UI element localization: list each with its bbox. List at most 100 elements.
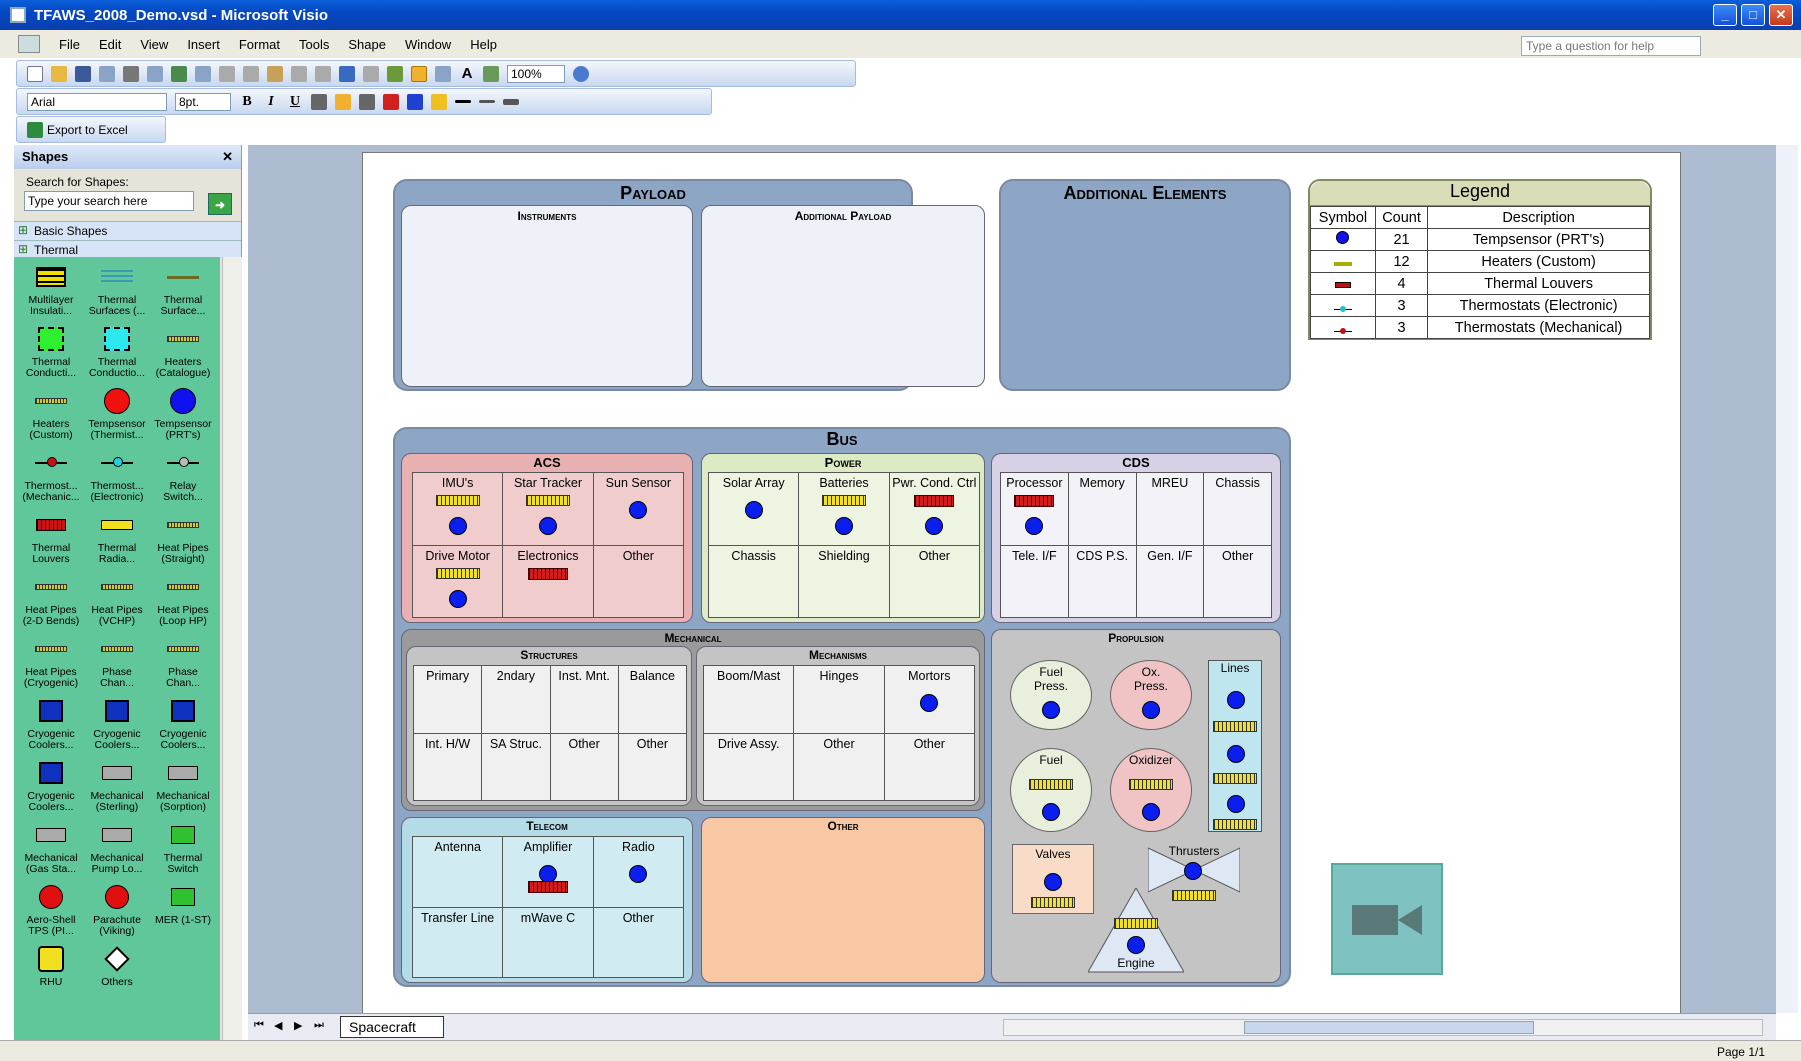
menu-edit[interactable]: Edit [99, 37, 121, 52]
print-icon[interactable] [123, 65, 139, 82]
stencil-shape[interactable]: Mechanical (Sorption) [150, 757, 216, 819]
save-icon[interactable] [75, 65, 91, 82]
vertical-scrollbar[interactable] [1776, 145, 1798, 1013]
permission-icon[interactable] [99, 65, 115, 82]
diagram-cell[interactable]: Tele. I/F [1001, 545, 1068, 617]
align-left-icon[interactable] [311, 93, 327, 110]
cut-icon[interactable] [219, 65, 235, 82]
stencil-shape[interactable]: Aero-Shell TPS (PI... [18, 881, 84, 943]
menu-view[interactable]: View [140, 37, 168, 52]
diagram-cell[interactable]: Other [618, 733, 686, 800]
next-page-icon[interactable]: ▶ [294, 1019, 302, 1032]
stencil-shape[interactable]: Thermal Switch [150, 819, 216, 881]
underline-button[interactable]: U [285, 94, 305, 110]
oxidizer-tank[interactable]: Oxidizer [1110, 748, 1192, 832]
stencil-shape[interactable]: Others [84, 943, 150, 1005]
diagram-cell[interactable]: Primary [414, 666, 482, 733]
diagram-cell[interactable]: Memory [1068, 473, 1136, 545]
stencil-shape[interactable]: Heat Pipes (Loop HP) [150, 571, 216, 633]
instruments-box[interactable]: Instruments [401, 205, 693, 387]
delete-icon[interactable] [291, 65, 307, 82]
mechanisms-box[interactable]: Mechanisms Boom/Mast Hinges Mortors Drive A… [696, 646, 980, 806]
mechanical-box[interactable]: Mechanical Structures Primary 2ndary Inst.… [401, 629, 985, 811]
menu-window[interactable]: Window [405, 37, 451, 52]
close-pane-icon[interactable]: ✕ [222, 149, 233, 165]
stencil-shape[interactable]: Cryogenic Coolers... [18, 757, 84, 819]
open-icon[interactable] [51, 65, 67, 82]
tab-spacecraft[interactable]: Spacecraft [340, 1016, 444, 1038]
stencil-shape[interactable]: Phase Chan... [150, 633, 216, 695]
legend[interactable]: Legend Symbol Count Description 21 Tempse… [1308, 179, 1652, 340]
ox-press-tank[interactable]: Ox. Press. [1110, 660, 1192, 730]
last-page-icon[interactable]: ⏭ [314, 1019, 324, 1032]
align-right-icon[interactable] [359, 93, 375, 110]
diagram-cell[interactable]: Solar Array [709, 473, 799, 545]
font-size-select[interactable]: 8pt. [175, 92, 231, 111]
diagram-cell[interactable]: IMU's [413, 473, 503, 545]
diagram-cell[interactable]: Other [593, 907, 683, 977]
font-color-icon[interactable] [383, 93, 399, 110]
text-tool-icon[interactable]: A [459, 65, 475, 82]
stencil-shape[interactable]: Heat Pipes (Cryogenic) [18, 633, 84, 695]
fuel-press-tank[interactable]: Fuel Press. [1010, 660, 1092, 730]
stencil-shape[interactable]: Multilayer Insulati... [18, 261, 84, 323]
diagram-cell[interactable]: Processor [1001, 473, 1068, 545]
research-icon[interactable] [195, 65, 211, 82]
minimize-button[interactable]: _ [1713, 4, 1737, 26]
stencil-shape[interactable]: Thermal Surfaces (... [84, 261, 150, 323]
diagram-cell[interactable]: Sun Sensor [593, 473, 683, 545]
paste-icon[interactable] [267, 65, 283, 82]
additional-payload-box[interactable]: Additional Payload [701, 205, 985, 387]
spelling-icon[interactable] [171, 65, 187, 82]
stencil-shape[interactable]: Heaters (Catalogue) [150, 323, 216, 385]
line-pattern-icon[interactable] [479, 100, 495, 103]
diagram-cell[interactable]: Other [794, 733, 884, 800]
undo-icon[interactable] [339, 65, 355, 82]
diagram-cell[interactable]: Mortors [884, 666, 974, 733]
diagram-cell[interactable]: Other [593, 545, 683, 617]
engine-box[interactable]: Engine [1088, 888, 1184, 976]
stencil-scrollbar[interactable] [222, 257, 242, 1040]
print-preview-icon[interactable] [147, 65, 163, 82]
stencil-shape[interactable]: Relay Switch... [150, 447, 216, 509]
stencil-shape[interactable]: Heaters (Custom) [18, 385, 84, 447]
diagram-cell[interactable]: Amplifier [503, 837, 593, 907]
stencil-shape[interactable]: Heat Pipes (VCHP) [84, 571, 150, 633]
diagram-cell[interactable]: SA Struc. [482, 733, 550, 800]
help-search-input[interactable]: Type a question for help [1521, 36, 1701, 56]
shapes-window-icon[interactable] [387, 65, 403, 82]
stencil-shape[interactable]: RHU [18, 943, 84, 1005]
menu-shape[interactable]: Shape [348, 37, 386, 52]
stencil-shape[interactable]: Cryogenic Coolers... [84, 695, 150, 757]
shape-search-input[interactable]: Type your search here [24, 191, 194, 211]
diagram-cell[interactable]: Drive Assy. [704, 733, 794, 800]
diagram-cell[interactable]: Star Tracker [503, 473, 593, 545]
drawing-tools-icon[interactable] [483, 65, 499, 82]
other-box[interactable]: Other [701, 817, 985, 983]
document-icon[interactable] [18, 35, 40, 53]
diagram-cell[interactable]: Other [889, 545, 979, 617]
camera-shape[interactable] [1331, 863, 1443, 975]
align-center-icon[interactable] [335, 93, 351, 110]
stencil-shape[interactable]: Heat Pipes (2-D Bends) [18, 571, 84, 633]
bold-button[interactable]: B [237, 94, 257, 110]
diagram-cell[interactable]: Drive Motor [413, 545, 503, 617]
stencil-shape[interactable]: Thermal Conductio... [84, 323, 150, 385]
diagram-cell[interactable]: mWave C [503, 907, 593, 977]
acs-box[interactable]: ACS IMU's Star Tracker Sun Sensor Drive Mot… [401, 453, 693, 623]
menu-tools[interactable]: Tools [299, 37, 329, 52]
close-button[interactable]: ✕ [1769, 4, 1793, 26]
menu-insert[interactable]: Insert [187, 37, 220, 52]
stencil-shape[interactable]: Thermal Louvers [18, 509, 84, 571]
line-color-icon[interactable] [407, 93, 423, 110]
menu-file[interactable]: File [59, 37, 80, 52]
lines-box[interactable]: Lines [1208, 660, 1262, 832]
diagram-cell[interactable]: Chassis [1204, 473, 1271, 545]
help-icon[interactable] [573, 65, 589, 82]
diagram-cell[interactable]: Gen. I/F [1136, 545, 1204, 617]
structures-box[interactable]: Structures Primary 2ndary Inst. Mnt. Balanc… [406, 646, 692, 806]
maximize-button[interactable]: □ [1741, 4, 1765, 26]
diagram-cell[interactable]: Hinges [794, 666, 884, 733]
bus-group[interactable]: Bus ACS IMU's Star Tracker Sun Sensor Drive… [393, 427, 1291, 987]
stencil-shape[interactable]: Thermal Radia... [84, 509, 150, 571]
